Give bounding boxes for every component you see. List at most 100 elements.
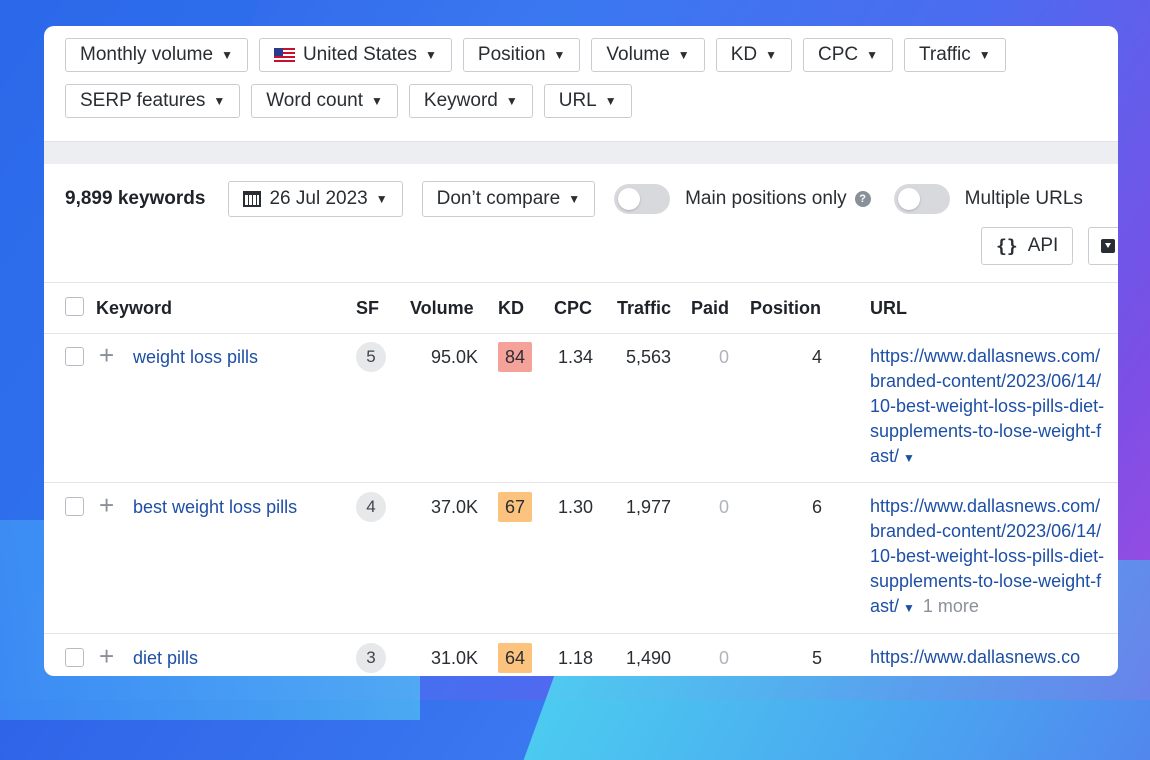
add-to-list-icon[interactable]: + [99,643,114,669]
kd-badge: 67 [498,492,532,522]
help-icon[interactable]: ? [854,191,871,207]
paid-value: 0 [718,347,729,367]
date-label: 26 Jul 2023 [269,188,368,209]
add-to-list-icon[interactable]: + [99,342,114,368]
cpc-value: 1.30 [557,497,593,517]
keyword-link[interactable]: best weight loss pills [133,497,297,518]
filter-label: SERP features [80,90,206,111]
caret-down-icon: ▼ [604,94,617,108]
caret-down-icon: ▼ [677,48,690,62]
url-text[interactable]: https://www.dallasnews.co [870,647,1080,667]
row-checkbox[interactable] [65,497,84,516]
main-positions-toggle[interactable] [614,184,671,214]
col-traffic[interactable]: Traffic [617,298,671,319]
caret-down-icon: ▼ [505,94,518,108]
col-volume[interactable]: Volume [410,298,474,319]
caret-down-icon: ▼ [371,94,383,108]
url-link[interactable]: https://www.dallasnews.com/branded-conte… [870,494,1110,621]
url-text[interactable]: https://www.dallasnews.com/branded-conte… [870,346,1104,466]
filter-bar: Monthly volume ▼ United States ▼ Position ▼ Vo… [65,38,1118,130]
filter-position-dropdown[interactable]: Position ▼ [462,38,581,72]
filter-keyword-dropdown[interactable]: Keyword ▼ [408,84,533,118]
filter-monthly-volume-dropdown[interactable]: Monthly volume ▼ [65,38,248,72]
col-kd[interactable]: KD [498,298,524,319]
api-button[interactable]: {} API [981,227,1074,265]
filter-label: KD [730,44,758,65]
keyword-link[interactable]: weight loss pills [133,347,258,368]
organic-keywords-panel: Monthly volume ▼ United States ▼ Position ▼ Vo… [44,26,1118,676]
serp-features-badge[interactable]: 5 [356,342,386,372]
url-link[interactable]: https://www.dallasnews.co [870,645,1110,670]
caret-down-icon[interactable]: ▼ [903,601,915,615]
add-to-list-icon[interactable]: + [99,492,114,518]
position-value: 4 [811,347,822,367]
caret-down-icon: ▼ [425,48,437,62]
volume-value: 95.0K [430,347,478,367]
filter-label: United States [302,44,418,65]
date-picker-button[interactable]: 26 Jul 2023 ▼ [228,181,403,217]
row-checkbox[interactable] [65,648,84,667]
table-row: + diet pills 3 31.0K 64 1.18 1,490 0 5 https://ww… [44,633,1118,676]
col-paid[interactable]: Paid [691,298,729,319]
url-text[interactable]: https://www.dallasnews.com/branded-conte… [870,496,1104,616]
volume-value: 37.0K [430,497,478,517]
table-row: + weight loss pills 5 95.0K 84 1.34 5,563 0 4 htt… [44,332,1118,483]
filter-word-count-dropdown[interactable]: Word count ▼ [251,84,398,118]
filter-label: Position [477,44,546,65]
code-braces-icon: {} [996,235,1018,257]
serp-features-badge[interactable]: 3 [356,643,386,673]
multiple-urls-toggle[interactable] [893,184,950,214]
traffic-value: 1,490 [625,648,671,668]
col-url[interactable]: URL [870,298,907,319]
filter-country-dropdown[interactable]: United States ▼ [258,38,452,72]
us-flag-icon [273,48,295,62]
kd-badge: 64 [498,643,532,673]
url-link[interactable]: https://www.dallasnews.com/branded-conte… [870,344,1110,471]
col-position[interactable]: Position [750,298,821,319]
col-cpc[interactable]: CPC [554,298,592,319]
filter-volume-dropdown[interactable]: Volume ▼ [591,38,705,72]
filter-traffic-dropdown[interactable]: Traffic ▼ [904,38,1006,72]
volume-value: 31.0K [430,648,478,668]
filter-cpc-dropdown[interactable]: CPC ▼ [802,38,893,72]
col-sf[interactable]: SF [356,298,379,319]
caret-down-icon: ▼ [568,192,581,206]
caret-down-icon: ▼ [765,48,777,62]
filter-label: Traffic [919,44,971,65]
caret-down-icon: ▼ [866,48,878,62]
compare-dropdown[interactable]: Don’t compare ▼ [421,181,596,217]
filter-label: URL [558,90,597,111]
filter-serp-features-dropdown[interactable]: SERP features ▼ [65,84,241,118]
row-checkbox[interactable] [65,347,84,366]
more-urls-link[interactable]: 1 more [923,596,979,616]
filter-row: SERP features ▼ Word count ▼ Keyword ▼ URL ▼ [65,84,1118,118]
traffic-value: 5,563 [625,347,671,367]
calendar-icon [243,191,262,207]
export-button[interactable] [1088,227,1118,265]
paid-value: 0 [718,497,729,517]
caret-down-icon: ▼ [978,48,991,62]
col-keyword[interactable]: Keyword [96,298,172,319]
caret-down-icon[interactable]: ▼ [903,451,915,465]
cpc-value: 1.34 [557,347,593,367]
filter-label: Monthly volume [80,44,214,65]
caret-down-icon: ▼ [375,192,388,206]
position-value: 6 [811,497,822,517]
cpc-value: 1.18 [557,648,593,668]
traffic-value: 1,977 [625,497,671,517]
filter-label: CPC [817,44,859,65]
serp-features-badge[interactable]: 4 [356,492,386,522]
section-divider [44,141,1118,164]
select-all-checkbox[interactable] [65,297,84,316]
filter-url-dropdown[interactable]: URL ▼ [543,84,632,118]
caret-down-icon: ▼ [221,48,233,62]
main-positions-label: Main positions only [685,188,847,209]
table-header: Keyword SF Volume KD CPC Traffic Paid Po… [44,282,1118,334]
keyword-link[interactable]: diet pills [133,648,198,669]
kd-badge: 84 [498,342,532,372]
position-value: 5 [811,648,822,668]
filter-kd-dropdown[interactable]: KD ▼ [715,38,792,72]
filter-label: Word count [266,90,364,111]
filter-label: Keyword [423,90,498,111]
caret-down-icon: ▼ [213,94,226,108]
